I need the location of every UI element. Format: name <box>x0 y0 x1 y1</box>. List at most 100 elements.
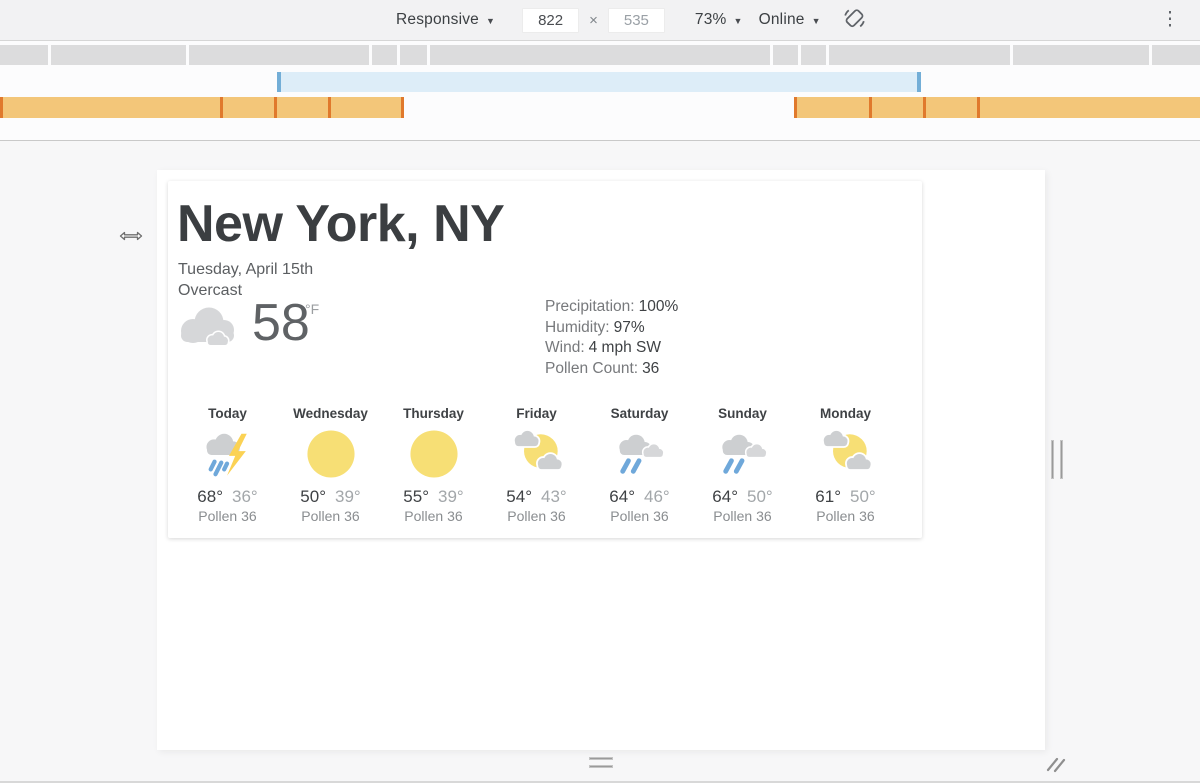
detail-row: Wind:4 mph SW <box>545 338 678 359</box>
ruler-segment[interactable] <box>430 45 770 65</box>
zoom-level-label: 73% <box>695 11 727 29</box>
min-width-bar-cap[interactable] <box>401 97 404 118</box>
viewport-height-input[interactable] <box>608 8 665 33</box>
viewport-width-input[interactable] <box>522 8 579 33</box>
current-condition: Overcast <box>178 280 242 301</box>
ruler-segment[interactable] <box>189 45 369 65</box>
max-width-bar-row <box>0 72 1200 92</box>
min-width-bar-divider[interactable] <box>220 97 223 118</box>
ruler-segment[interactable] <box>0 45 48 65</box>
pollen-label: Pollen 36 <box>404 508 462 524</box>
device-toolbar: Responsive ▼ × 73% ▼ Online ▼ <box>0 0 1200 41</box>
pollen-label: Pollen 36 <box>816 508 874 524</box>
right-resize-handle[interactable] <box>1051 440 1063 479</box>
min-width-bar-cap[interactable] <box>794 97 797 118</box>
detail-label: Precipitation: <box>545 298 635 315</box>
pollen-label: Pollen 36 <box>507 508 565 524</box>
emulated-viewport: New York, NY Tuesday, April 15th Overcas… <box>157 170 1045 750</box>
zoom-select[interactable]: 73% ▼ <box>695 11 743 29</box>
forecast-column: Friday 54° 43° Pollen 36 <box>485 406 588 524</box>
forecast-day-label: Today <box>208 406 247 424</box>
min-width-bar-divider[interactable] <box>923 97 926 118</box>
ruler-segment[interactable] <box>51 45 186 65</box>
detail-row: Humidity:97% <box>545 318 678 339</box>
min-width-bar-divider[interactable] <box>977 97 980 118</box>
forecast-temps: 50° 39° <box>300 488 360 505</box>
corner-resize-handle[interactable] <box>1044 754 1070 779</box>
ruler-segment[interactable] <box>801 45 826 65</box>
pollen-label: Pollen 36 <box>610 508 668 524</box>
location-title: New York, NY <box>177 195 504 253</box>
weather-card: New York, NY Tuesday, April 15th Overcas… <box>168 181 922 538</box>
high-temp: 55° <box>403 488 429 505</box>
low-temp: 36° <box>232 488 258 505</box>
high-temp: 68° <box>197 488 223 505</box>
min-width-bar-row <box>0 97 1200 118</box>
rainy-icon <box>615 429 665 479</box>
bottom-resize-handle[interactable] <box>589 757 613 768</box>
chevron-down-icon: ▼ <box>812 16 821 26</box>
max-width-media-query-bar[interactable] <box>277 72 921 92</box>
high-temp: 64° <box>609 488 635 505</box>
throttling-select[interactable]: Online ▼ <box>759 11 821 29</box>
ruler-segment[interactable] <box>1013 45 1149 65</box>
ruler-segment[interactable] <box>372 45 397 65</box>
pollen-label: Pollen 36 <box>198 508 256 524</box>
forecast-day-label: Wednesday <box>293 406 368 424</box>
detail-row: Pollen Count:36 <box>545 359 678 380</box>
min-width-bar-divider[interactable] <box>869 97 872 118</box>
sunny-icon <box>409 429 459 479</box>
low-temp: 43° <box>541 488 567 505</box>
min-width-bar-cap[interactable] <box>0 97 3 118</box>
low-temp: 39° <box>335 488 361 505</box>
forecast-column: Today 68° 36° Pollen 36 <box>176 406 279 524</box>
min-width-media-query-bar[interactable] <box>0 97 404 118</box>
detail-label: Wind: <box>545 339 585 356</box>
forecast-temps: 61° 50° <box>815 488 875 505</box>
device-type-select[interactable]: Responsive ▼ <box>396 11 495 29</box>
overcast-clouds-icon <box>176 306 246 350</box>
ruler-segment[interactable] <box>1152 45 1200 65</box>
forecast-day-label: Friday <box>516 406 557 424</box>
ruler-segment[interactable] <box>773 45 798 65</box>
device-type-label: Responsive <box>396 11 479 29</box>
forecast-temps: 54° 43° <box>506 488 566 505</box>
dimension-separator: × <box>589 12 598 29</box>
device-area: New York, NY Tuesday, April 15th Overcas… <box>0 142 1200 783</box>
partly-cloudy-icon <box>512 429 562 479</box>
more-options-button[interactable]: ⋮ <box>1158 8 1182 32</box>
detail-value: 36 <box>642 360 659 377</box>
forecast-temps: 64° 46° <box>609 488 669 505</box>
forecast-row: Today 68° 36° Pollen 36 Wednesday 50° 39… <box>176 406 897 524</box>
partly-cloudy-icon <box>821 429 871 479</box>
detail-row: Precipitation:100% <box>545 297 678 318</box>
low-temp: 46° <box>644 488 670 505</box>
max-width-bar-cap[interactable] <box>917 72 921 92</box>
sunny-icon <box>306 429 356 479</box>
current-temperature: 58 <box>252 297 310 349</box>
chevron-down-icon: ▼ <box>486 16 495 26</box>
detail-value: 100% <box>639 298 679 315</box>
detail-value: 97% <box>614 319 645 336</box>
min-width-bar-divider[interactable] <box>274 97 277 118</box>
ruler-segment[interactable] <box>400 45 427 65</box>
forecast-column: Sunday 64° 50° Pollen 36 <box>691 406 794 524</box>
high-temp: 61° <box>815 488 841 505</box>
detail-label: Humidity: <box>545 319 610 336</box>
high-temp: 50° <box>300 488 326 505</box>
ruler-segment[interactable] <box>829 45 1010 65</box>
throttling-label: Online <box>759 11 805 29</box>
min-width-media-query-bar[interactable] <box>794 97 1200 118</box>
resize-cursor-icon <box>119 228 143 249</box>
forecast-day-label: Saturday <box>611 406 669 424</box>
min-width-bar-divider[interactable] <box>328 97 331 118</box>
devtools-device-mode: Responsive ▼ × 73% ▼ Online ▼ <box>0 0 1200 783</box>
forecast-column: Saturday 64° 46° Pollen 36 <box>588 406 691 524</box>
forecast-day-label: Monday <box>820 406 871 424</box>
weather-details: Precipitation:100% Humidity:97% Wind:4 m… <box>545 297 678 379</box>
pollen-label: Pollen 36 <box>301 508 359 524</box>
max-width-bar-cap[interactable] <box>277 72 281 92</box>
rotate-viewport-button[interactable] <box>841 6 868 34</box>
chevron-down-icon: ▼ <box>734 16 743 26</box>
low-temp: 39° <box>438 488 464 505</box>
